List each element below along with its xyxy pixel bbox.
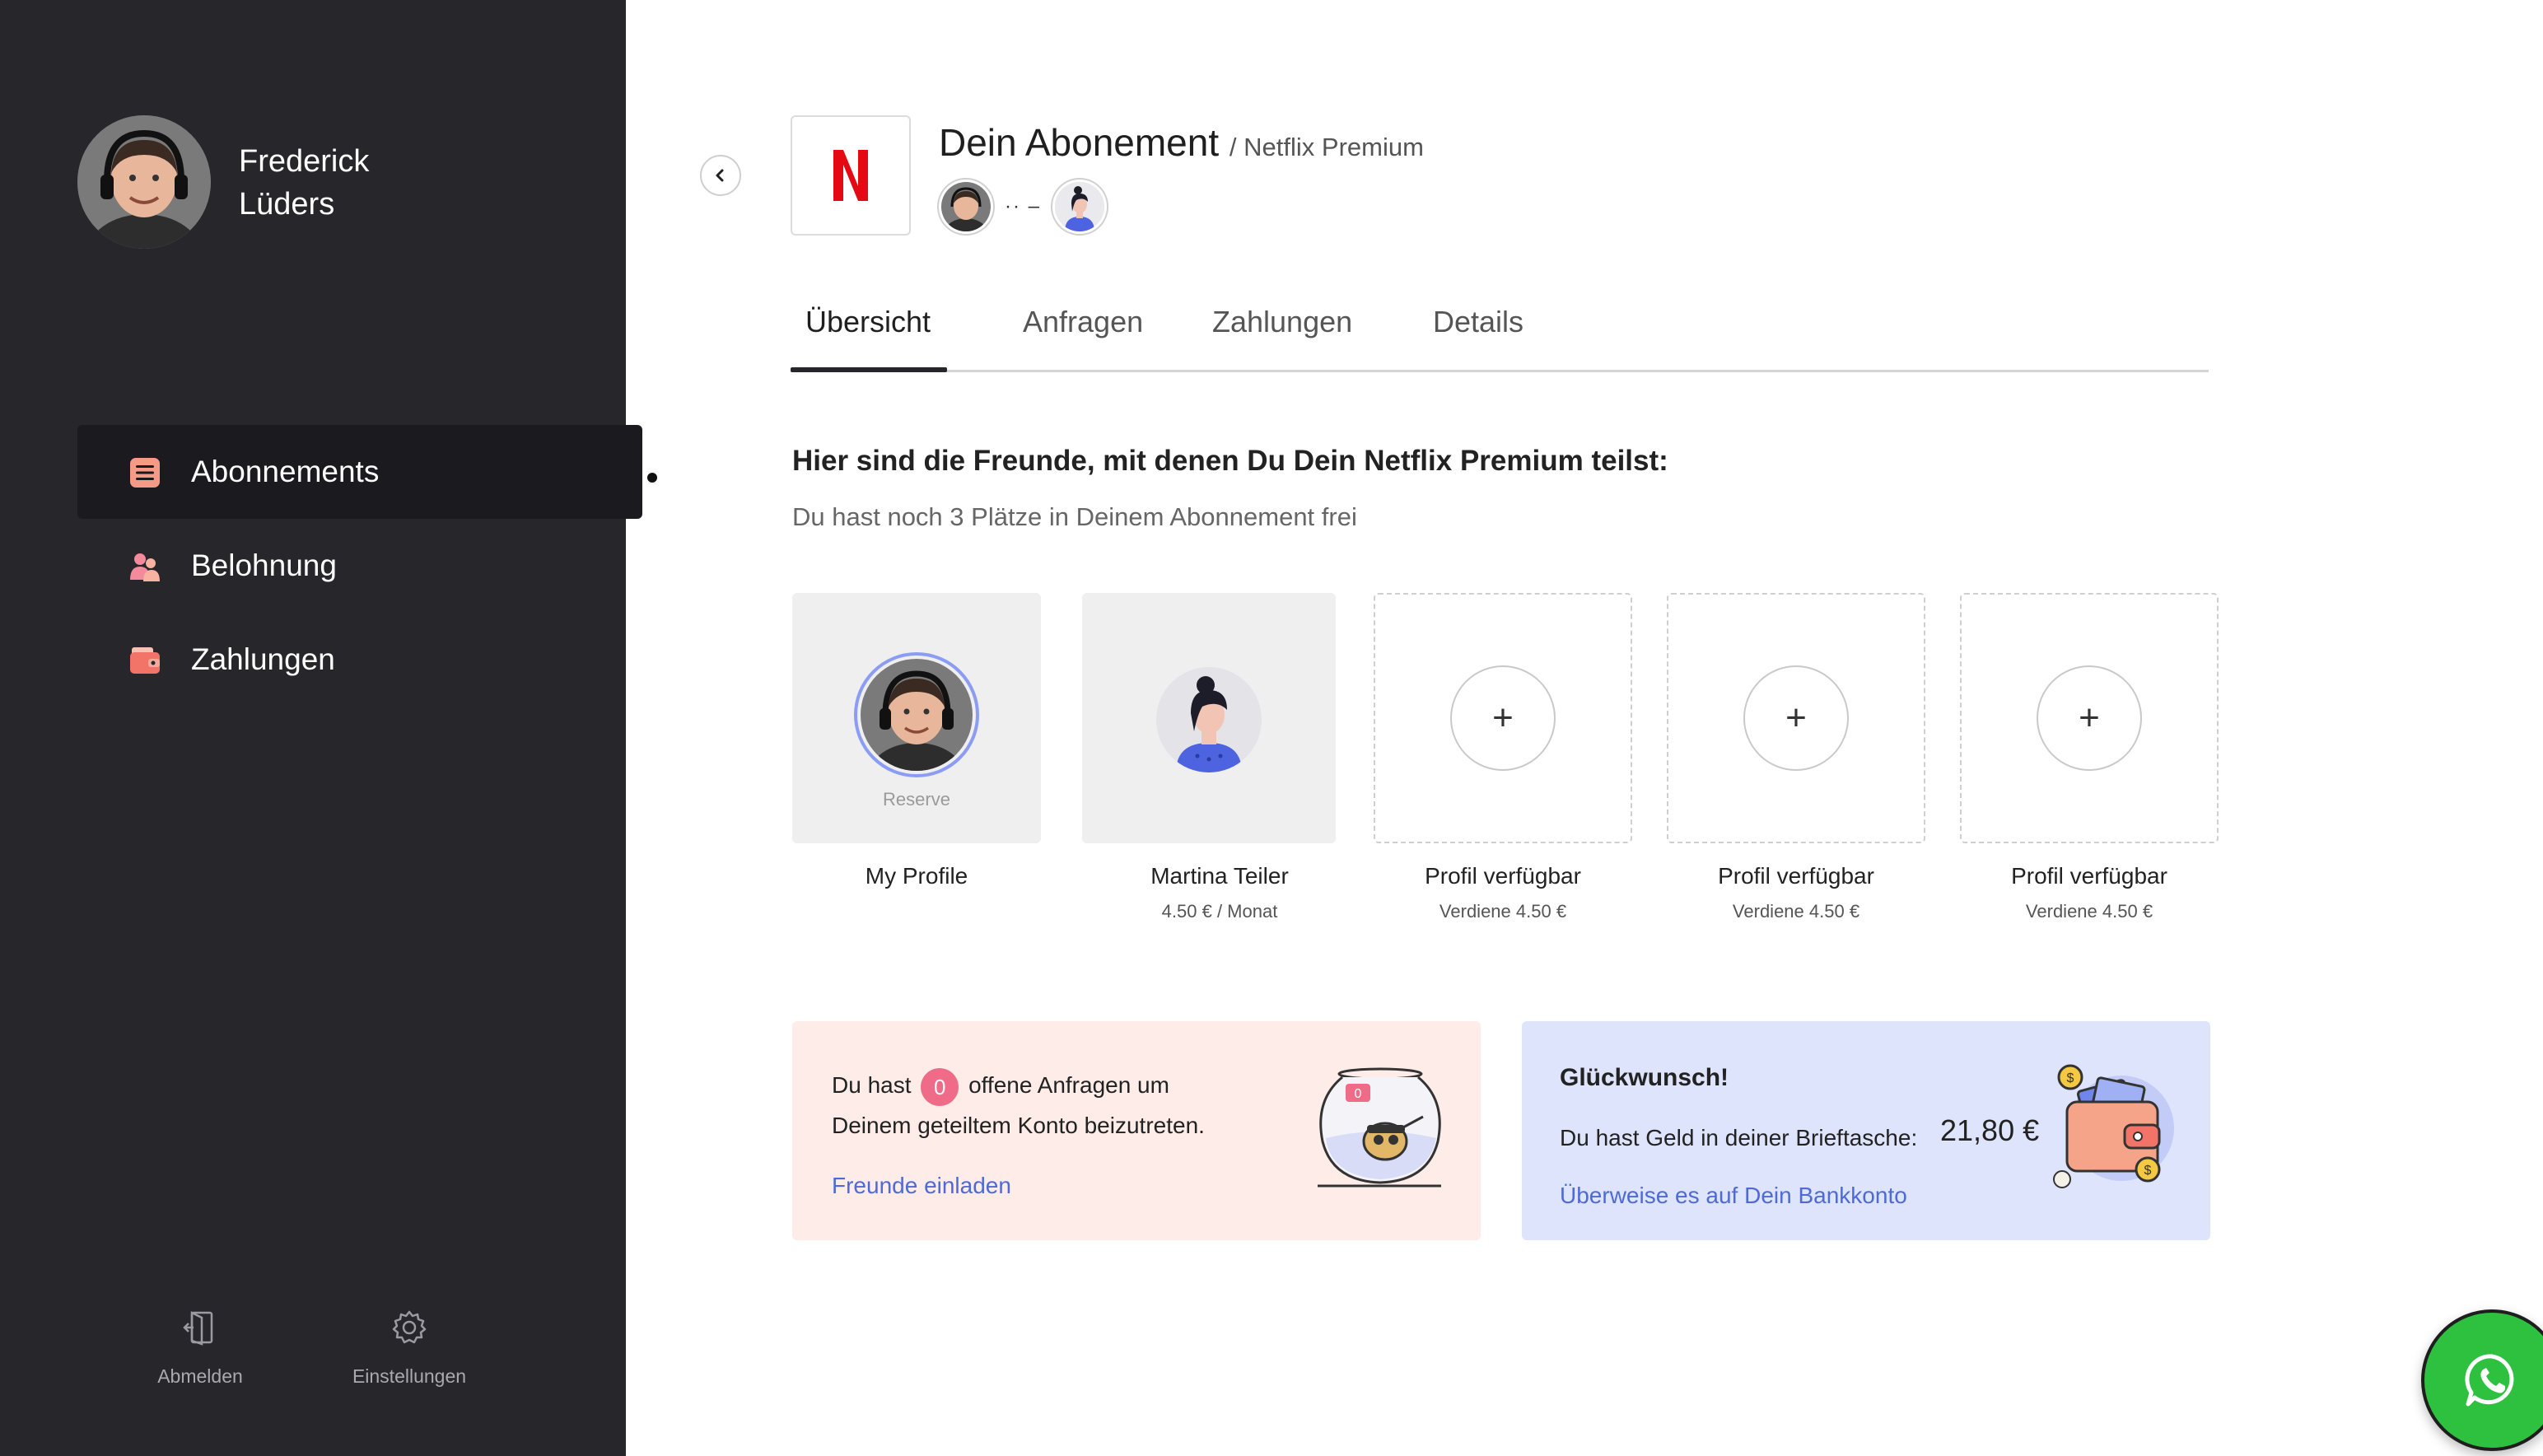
user-first-name: Frederick (239, 144, 370, 179)
add-profile-button[interactable]: + (1450, 665, 1556, 771)
tab-anfragen[interactable]: Anfragen (1023, 305, 1143, 339)
sidebar-item-belohnung[interactable]: Belohnung (77, 519, 642, 613)
active-tab-indicator (791, 367, 947, 372)
settings-label: Einstellungen (352, 1365, 467, 1387)
profile-slot-name: Profil verfügbar (1718, 863, 1874, 889)
tab-details[interactable]: Details (1433, 305, 1523, 339)
wallet-icon (130, 647, 160, 674)
member-avatars: ·· – (939, 178, 1107, 236)
users-icon (130, 553, 160, 581)
add-profile-button[interactable]: + (2037, 665, 2142, 771)
page-subtitle: / Netflix Premium (1229, 133, 1424, 161)
sidebar-item-label: Abonnements (191, 455, 380, 488)
profile-slot-friend[interactable] (1082, 593, 1336, 843)
requests-text: Du hast 0 offene Anfragen um Deinem gete… (832, 1066, 1205, 1146)
reserve-tag: Reserve (883, 789, 950, 810)
svg-text:$: $ (2144, 1164, 2152, 1178)
requests-card: Du hast 0 offene Anfragen um Deinem gete… (792, 1021, 1481, 1240)
page-title-text: Dein Abonement (939, 121, 1220, 164)
sidebar-item-label: Belohnung (191, 548, 337, 582)
chevron-left-icon (716, 169, 724, 182)
user-last-name: Lüders (239, 187, 335, 222)
svg-text:0: 0 (1355, 1087, 1362, 1101)
settings-button[interactable]: Einstellungen (327, 1309, 492, 1388)
back-button[interactable] (700, 155, 741, 196)
whatsapp-chat-button[interactable] (2421, 1309, 2543, 1451)
profile-slot-name: Profil verfügbar (2011, 863, 2167, 889)
svg-text:$: $ (2067, 1071, 2074, 1085)
sidebar: Frederick Lüders Abonnements Belohnung Z… (0, 0, 642, 1456)
requests-text-before: Du hast (832, 1072, 912, 1098)
member-separator: ·· – (1005, 195, 1041, 217)
my-profile-avatar (854, 652, 979, 777)
logout-button[interactable]: Abmelden (118, 1309, 282, 1388)
page-title: Dein Abonement / Netflix Premium (939, 120, 1424, 165)
wallet-card: Glückwunsch! Du hast Geld in deiner Brie… (1522, 1021, 2210, 1240)
wallet-card-title: Glückwunsch! (1560, 1064, 1729, 1091)
profile-slot-name: Martina Teiler (1150, 863, 1289, 889)
user-name: Frederick Lüders (239, 140, 369, 226)
section-subheading: Du hast noch 3 Plätze in Deinem Abonneme… (792, 502, 1357, 531)
transfer-to-bank-link[interactable]: Überweise es auf Dein Bankkonto (1560, 1183, 1907, 1209)
whatsapp-icon (2465, 1354, 2514, 1407)
tab-zahlungen[interactable]: Zahlungen (1212, 305, 1352, 339)
profile-slot-name: Profil verfügbar (1425, 863, 1581, 889)
plus-icon: + (1492, 698, 1514, 738)
gear-icon (392, 1310, 427, 1344)
tab-bar: Übersicht Anfragen Zahlungen Details (791, 296, 2209, 372)
list-icon (130, 458, 160, 488)
member-avatar-me[interactable] (939, 180, 993, 234)
wallet-amount: 21,80 € (1940, 1113, 2040, 1147)
profile-slot-price: Verdiene 4.50 € (1439, 901, 1567, 922)
sidebar-item-zahlungen[interactable]: Zahlungen (77, 613, 642, 707)
plus-icon: + (1785, 698, 1807, 738)
member-avatar-friend[interactable] (1052, 180, 1107, 234)
profile-slot-price: Verdiene 4.50 € (2025, 901, 2153, 922)
profile-slot-me[interactable]: Reserve (792, 593, 1041, 843)
user-avatar[interactable] (77, 115, 211, 249)
active-indicator-dot (647, 473, 657, 483)
sidebar-item-abonnements[interactable]: Abonnements (77, 425, 642, 519)
profile-slot-price: 4.50 € / Monat (1161, 901, 1278, 922)
netflix-logo (791, 115, 911, 236)
profile-slot-empty[interactable]: + (1667, 593, 1925, 843)
wallet-illustration: $ $ (2053, 1064, 2174, 1188)
friend-avatar (1156, 667, 1262, 772)
logout-icon (183, 1310, 213, 1346)
section-heading: Hier sind die Freunde, mit denen Du Dein… (792, 445, 1668, 477)
profile-slot-empty[interactable]: + (1960, 593, 2219, 843)
add-profile-button[interactable]: + (1743, 665, 1849, 771)
profile-slot-empty[interactable]: + (1374, 593, 1632, 843)
requests-text-after: offene Anfragen um (968, 1072, 1169, 1098)
logout-label: Abmelden (157, 1365, 243, 1387)
plus-icon: + (2079, 698, 2100, 738)
netflix-logo-icon (833, 150, 868, 201)
requests-text-line2: Deinem geteiltem Konto beizutreten. (832, 1112, 1205, 1138)
requests-count-badge: 0 (921, 1067, 959, 1106)
sidebar-item-label: Zahlungen (191, 642, 335, 676)
fishbowl-illustration: 0 (1318, 1067, 1441, 1188)
invite-friends-link[interactable]: Freunde einladen (832, 1173, 1011, 1199)
profile-slot-price: Verdiene 4.50 € (1732, 901, 1860, 922)
wallet-card-text: Du hast Geld in deiner Brieftasche: (1560, 1125, 1918, 1150)
profile-slot-name: My Profile (865, 863, 968, 889)
tab-uebersicht[interactable]: Übersicht (805, 305, 931, 339)
